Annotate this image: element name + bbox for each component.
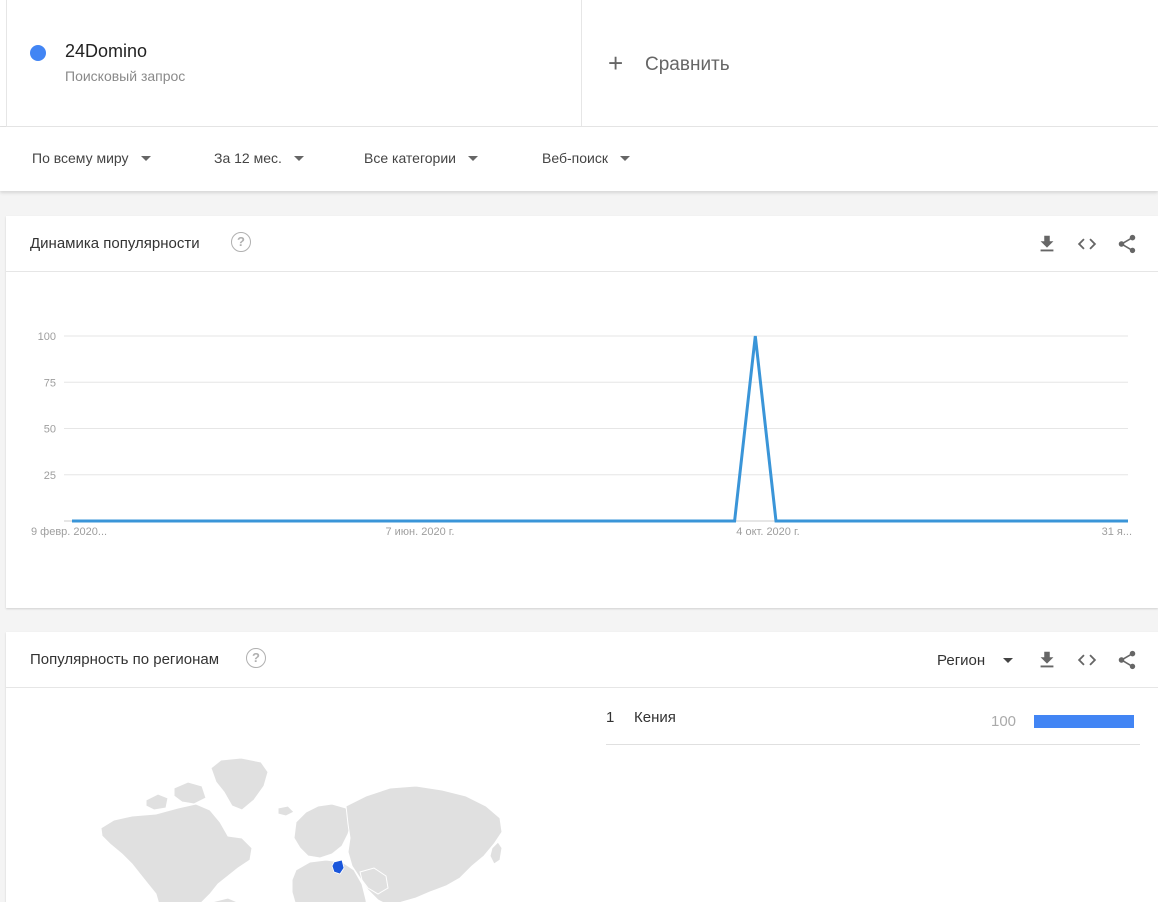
- interest-by-region-card: Популярность по регионам ? Регион 1 Кени…: [6, 632, 1158, 902]
- embed-icon[interactable]: [1076, 649, 1098, 671]
- download-icon[interactable]: [1036, 233, 1058, 255]
- chevron-down-icon: [293, 155, 304, 161]
- filter-category-label: Все категории: [364, 150, 456, 166]
- region-list-item[interactable]: 1 Кения 100: [606, 688, 1140, 745]
- region-value: 100: [991, 713, 1017, 730]
- filter-category[interactable]: Все категории: [364, 150, 478, 166]
- map-greenland: [210, 757, 269, 811]
- y-tick-label: 50: [44, 424, 56, 436]
- share-icon[interactable]: [1116, 233, 1138, 255]
- filter-search-type-label: Веб-поиск: [542, 150, 608, 166]
- search-term-name[interactable]: 24Domino: [65, 41, 147, 62]
- chevron-down-icon: [619, 155, 630, 161]
- filter-time-range[interactable]: За 12 мес.: [214, 150, 304, 166]
- resolution-label: Регион: [937, 652, 986, 669]
- compare-button[interactable]: + Сравнить: [581, 0, 1158, 127]
- map-south-america: [211, 897, 239, 902]
- filter-location-label: По всему миру: [32, 150, 129, 166]
- map-arctic-islands: [173, 781, 207, 805]
- embed-icon[interactable]: [1076, 233, 1098, 255]
- filter-search-type[interactable]: Веб-поиск: [542, 150, 630, 166]
- region-value-bar: [1034, 715, 1134, 728]
- card-title: Популярность по регионам: [30, 651, 220, 668]
- interest-over-time-card: Динамика популярности ? 25 50 75 100 9 февр.…: [6, 216, 1158, 608]
- chevron-down-icon: [467, 155, 478, 161]
- help-icon[interactable]: ?: [246, 648, 266, 668]
- y-tick-label: 75: [44, 377, 56, 389]
- card-title: Динамика популярности: [30, 235, 200, 252]
- map-north-america: [100, 803, 253, 902]
- y-tick-label: 25: [44, 470, 56, 482]
- filter-time-label: За 12 мес.: [214, 150, 282, 166]
- plus-icon: +: [608, 48, 624, 78]
- chevron-down-icon: [140, 155, 151, 161]
- card-header: Динамика популярности ?: [6, 216, 1158, 272]
- query-bar: 24Domino Поисковый запрос + Сравнить: [0, 0, 1158, 127]
- share-icon[interactable]: [1116, 649, 1138, 671]
- map-arctic-islands-2: [145, 793, 169, 811]
- term-color-dot: [30, 45, 46, 61]
- download-icon[interactable]: [1036, 649, 1058, 671]
- resolution-dropdown[interactable]: Регион: [937, 652, 1014, 669]
- chevron-down-icon: [1003, 658, 1014, 663]
- search-term-type: Поисковый запрос: [65, 68, 186, 84]
- region-name: Кения: [634, 709, 676, 726]
- world-map[interactable]: [6, 688, 566, 902]
- x-tick-label: 7 июн. 2020 г.: [385, 526, 454, 538]
- help-icon[interactable]: ?: [231, 232, 251, 252]
- filter-location[interactable]: По всему миру: [32, 150, 151, 166]
- trend-line-chart[interactable]: 25 50 75 100 9 февр. 2020... 7 июн. 2020 г. 4 …: [6, 272, 1158, 608]
- map-europe: [293, 803, 353, 859]
- y-tick-label: 100: [38, 331, 56, 343]
- search-term-card[interactable]: 24Domino Поисковый запрос: [6, 0, 582, 127]
- region-rank: 1: [606, 709, 615, 726]
- map-iceland: [277, 805, 295, 817]
- x-tick-label: 31 я...: [1102, 526, 1132, 538]
- x-tick-label: 4 окт. 2020 г.: [736, 526, 799, 538]
- x-tick-label: 9 февр. 2020...: [31, 526, 107, 538]
- card-header: Популярность по регионам ? Регион: [6, 632, 1158, 688]
- filters-bar: По всему миру За 12 мес. Все категории В…: [0, 127, 1158, 191]
- compare-label: Сравнить: [645, 54, 730, 75]
